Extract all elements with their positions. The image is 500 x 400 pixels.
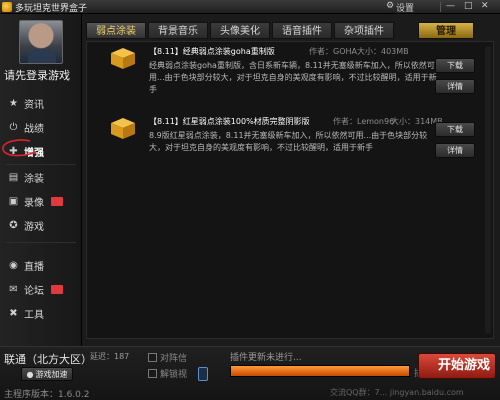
plugin-list: 【8.11】经典弱点涂装goha重制版 作者：GOHA 大小：403MB 经典弱… — [86, 41, 494, 339]
plugin-size: 大小：403MB — [357, 47, 409, 56]
progress-fill — [231, 366, 409, 376]
package-icon — [111, 118, 135, 139]
sidebar-item-skin[interactable]: ▤ 涂装 — [8, 168, 78, 186]
device-icon[interactable] — [198, 367, 208, 381]
gear-icon[interactable]: ⚙ — [386, 1, 394, 11]
download-button[interactable]: 下载 — [435, 58, 475, 73]
paint-icon: ▤ — [8, 171, 19, 183]
sidebar-divider — [6, 242, 76, 243]
sidebar-item-label: 游戏 — [24, 221, 44, 233]
sidebar-item-label: 资讯 — [24, 99, 44, 111]
checkbox-label: 解锁视 — [160, 370, 188, 380]
sidebar-item-label: 论坛 — [24, 285, 44, 297]
sidebar-item-live[interactable]: ◉ 直播 — [8, 256, 78, 274]
update-progress-bar — [230, 365, 410, 377]
sidebar-item-label: 涂装 — [24, 173, 44, 185]
plugin-description: 经典弱点涂装goha重制版，含日系新车辆，8.11并无塞级新车加入，所以依然可用… — [149, 61, 437, 94]
plugin-title[interactable]: 【8.11】经典弱点涂装goha重制版 — [149, 46, 275, 57]
title-divider — [440, 2, 441, 12]
title-bar: 多玩坦克世界盒子 ⚙ 设置 — □ ✕ — [0, 0, 500, 14]
chat-icon: ✉ — [9, 283, 18, 295]
formation-checkbox[interactable]: 对阵信 — [148, 351, 187, 364]
latency-readout: 延迟：187 — [90, 352, 130, 361]
package-icon — [111, 48, 135, 69]
window-title: 多玩坦克世界盒子 — [15, 4, 88, 14]
list-item: 【8.11】经典弱点涂装goha重制版 作者：GOHA 大小：403MB 经典弱… — [95, 46, 491, 110]
checkbox-box — [148, 369, 157, 378]
tab-avatar-beautify[interactable]: 头像美化 — [210, 22, 270, 39]
sidebar-item-games[interactable]: ✪ 游戏 — [8, 216, 78, 234]
star-icon: ★ — [9, 97, 18, 109]
update-status: 插件更新未进行... — [230, 353, 302, 363]
avatar[interactable] — [19, 20, 63, 64]
sidebar-item-label: 工具 — [24, 309, 44, 321]
sidebar-item-tools[interactable]: ✖ 工具 — [8, 304, 78, 322]
category-tabs: 弱点涂装 背景音乐 头像美化 语音插件 杂项插件 管理 — [86, 22, 498, 42]
sidebar-item-label: 录像 — [24, 197, 44, 209]
sidebar: 请先登录游戏 ★ 资讯 ⏻ 战绩 ✚ 增强 ▤ 涂装 ▣ 录像 ✪ 游戏 ◉ 直… — [0, 14, 82, 346]
tab-background-music[interactable]: 背景音乐 — [148, 22, 208, 39]
download-button[interactable]: 下载 — [435, 122, 475, 137]
scrollbar[interactable] — [485, 46, 491, 334]
sidebar-item-replay[interactable]: ▣ 录像 — [8, 192, 78, 210]
film-icon: ▣ — [8, 195, 19, 207]
accelerate-label: 游戏加速 — [35, 370, 68, 379]
accelerate-button[interactable]: ● 游戏加速 — [21, 367, 73, 381]
start-game-button[interactable]: 开始游戏 — [418, 353, 496, 379]
tab-manage[interactable]: 管理 — [418, 22, 474, 39]
tab-voice-plugin[interactable]: 语音插件 — [272, 22, 332, 39]
details-button[interactable]: 详情 — [435, 79, 475, 94]
checkbox-box — [148, 353, 157, 362]
lock-view-checkbox[interactable]: 解锁视 — [148, 367, 187, 380]
app-logo-icon — [2, 2, 12, 12]
gamepad-icon: ✪ — [9, 219, 18, 231]
sidebar-item-news[interactable]: ★ 资讯 — [8, 94, 78, 112]
wrench-icon: ✖ — [9, 307, 18, 319]
power-icon: ⏻ — [9, 121, 18, 133]
tab-misc-plugin[interactable]: 杂项插件 — [334, 22, 394, 39]
list-item: 【8.11】红星弱点涂装100%材质完整阴影版 作者：Lemon96 大小：31… — [95, 116, 491, 180]
settings-button[interactable]: 设置 — [396, 1, 414, 14]
close-button[interactable]: ✕ — [481, 1, 489, 11]
plugin-author: 作者：GOHA — [309, 47, 357, 56]
plugin-description: 8.9版红星弱点涂装，8.11并无塞级新车加入，所以依然可用...由于色块部分较… — [149, 131, 428, 152]
plugin-title[interactable]: 【8.11】红星弱点涂装100%材质完整阴影版 — [149, 116, 310, 127]
new-badge — [51, 196, 63, 206]
minimize-button[interactable]: — — [446, 1, 455, 11]
login-prompt[interactable]: 请先登录游戏 — [4, 67, 82, 83]
server-name[interactable]: 联通（北方大区） — [4, 351, 92, 367]
annotation-mark — [2, 139, 37, 157]
details-button[interactable]: 详情 — [435, 143, 475, 158]
sidebar-item-label: 直播 — [24, 261, 44, 273]
sidebar-item-forum[interactable]: ✉ 论坛 — [8, 280, 78, 298]
tab-weakspot-skin[interactable]: 弱点涂装 — [86, 22, 146, 39]
plugin-author: 作者：Lemon96 — [333, 117, 395, 126]
broadcast-icon: ◉ — [9, 259, 18, 271]
rocket-icon: ● — [26, 370, 34, 379]
checkbox-label: 对阵信 — [160, 354, 188, 364]
maximize-button[interactable]: □ — [464, 1, 473, 11]
new-badge — [51, 284, 63, 294]
sidebar-item-label: 战绩 — [24, 123, 44, 135]
sidebar-divider — [6, 164, 76, 165]
footer-text: 交流QQ群：7... jingyan.baidu.com — [330, 388, 464, 397]
status-bar: 联通（北方大区） 延迟：187 ● 游戏加速 对阵信 解锁视 插件更新未进行...… — [0, 346, 500, 400]
version-text: 主程序版本：1.6.0.2 — [4, 390, 90, 400]
sidebar-item-record[interactable]: ⏻ 战绩 — [8, 118, 78, 136]
